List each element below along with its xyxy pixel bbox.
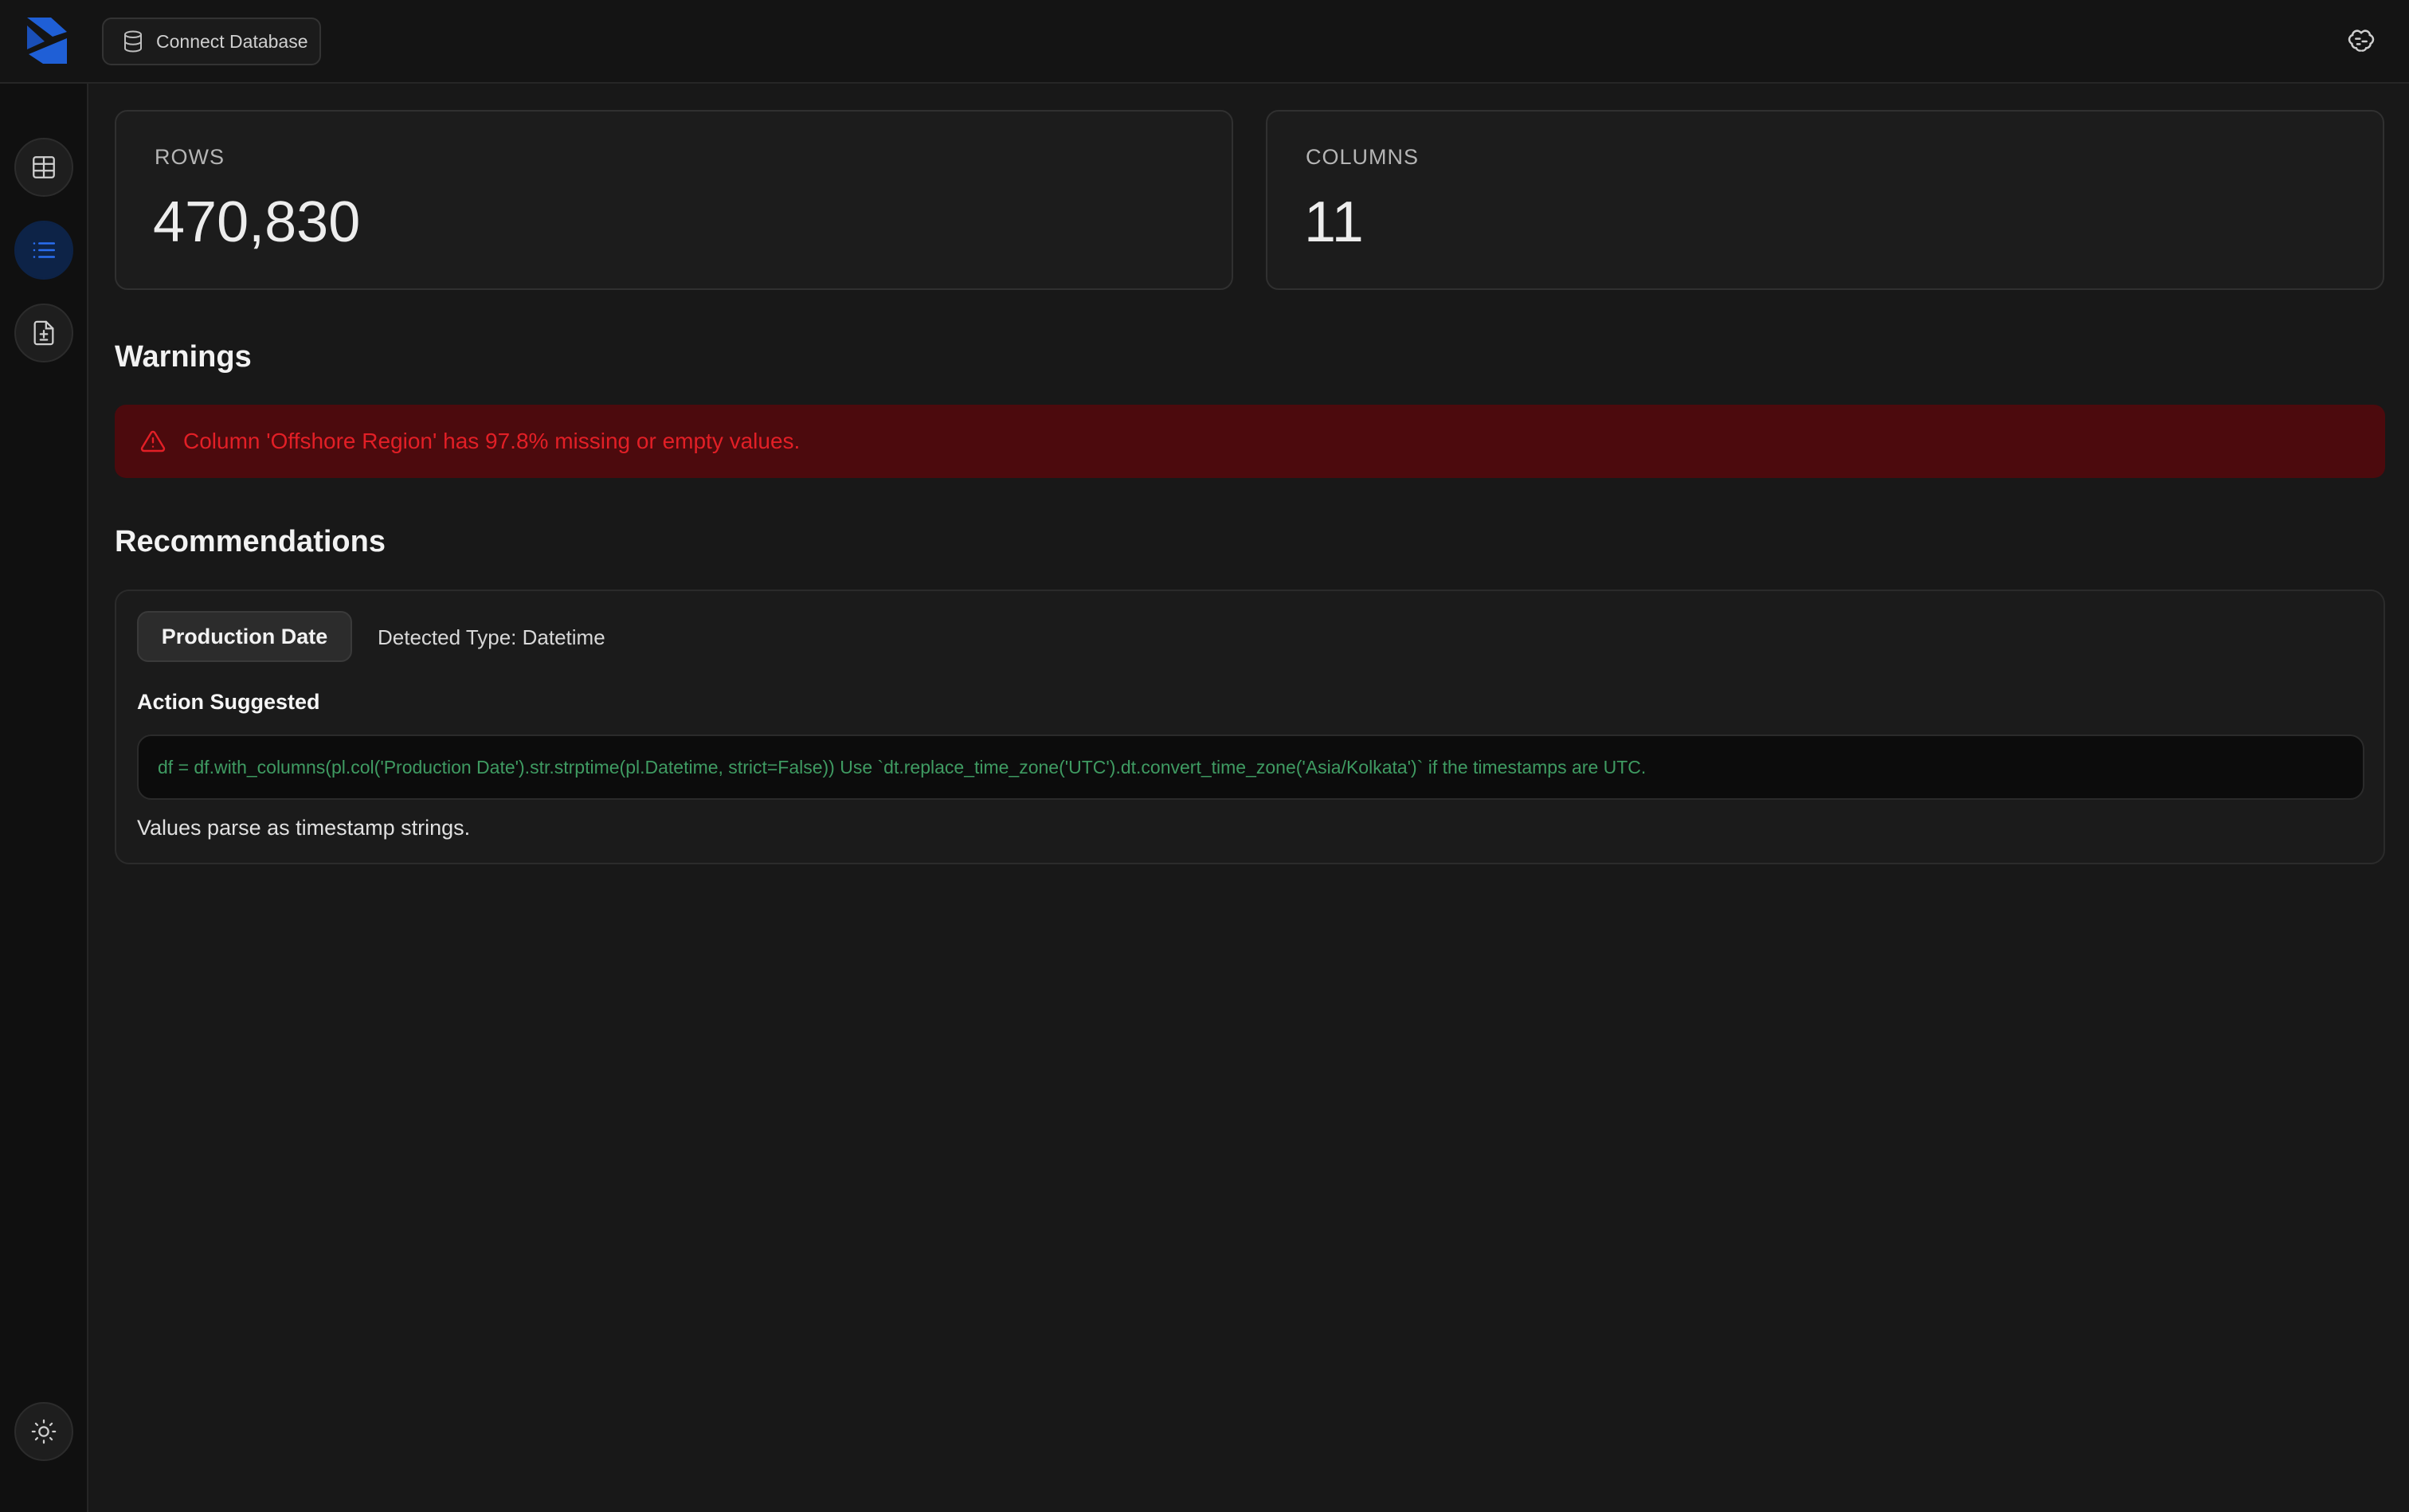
suggested-code-block[interactable]: df = df.with_columns(pl.col('Production … xyxy=(137,734,2364,800)
table-icon xyxy=(33,156,55,178)
brain-icon[interactable] xyxy=(2342,22,2380,61)
action-suggested-label: Action Suggested xyxy=(137,690,320,714)
connect-database-label: Connect Database xyxy=(156,30,308,52)
suggested-code: df = df.with_columns(pl.col('Production … xyxy=(158,756,1647,778)
warnings-title: Warnings xyxy=(115,340,252,374)
sidebar xyxy=(0,84,88,1512)
recommendations-title: Recommendations xyxy=(115,525,386,558)
sidebar-item-list[interactable] xyxy=(14,221,73,280)
warning-text: Column 'Offshore Region' has 97.8% missi… xyxy=(183,429,801,453)
connect-database-button[interactable]: Connect Database xyxy=(102,18,321,65)
columns-stat-card: COLUMNS 11 xyxy=(1266,110,2384,290)
rows-stat-card: ROWS 470,830 xyxy=(115,110,1233,290)
sun-icon xyxy=(31,1419,57,1444)
recommendation-description: Values parse as timestamp strings. xyxy=(137,816,471,840)
sidebar-item-table[interactable] xyxy=(14,138,73,197)
top-header: Connect Database xyxy=(0,0,2409,84)
rows-value: 470,830 xyxy=(153,190,361,254)
recommendation-card: Production Date Detected Type: Datetime … xyxy=(115,590,2385,864)
file-diff-icon xyxy=(33,320,54,346)
database-icon xyxy=(124,30,142,53)
columns-value: 11 xyxy=(1304,190,1364,254)
alert-triangle-icon xyxy=(140,430,166,452)
columns-label: COLUMNS xyxy=(1306,145,1420,169)
warning-banner: Column 'Offshore Region' has 97.8% missi… xyxy=(115,405,2385,478)
main-content: ROWS 470,830 COLUMNS 11 Warnings Column … xyxy=(115,84,2385,1512)
column-name-badge: Production Date xyxy=(137,611,352,662)
app-logo-icon[interactable] xyxy=(21,14,73,67)
rows-label: ROWS xyxy=(155,145,225,169)
theme-toggle-button[interactable] xyxy=(14,1402,73,1461)
detected-type: Detected Type: Datetime xyxy=(378,625,605,649)
list-icon xyxy=(33,242,56,258)
sidebar-item-file-diff[interactable] xyxy=(14,304,73,362)
